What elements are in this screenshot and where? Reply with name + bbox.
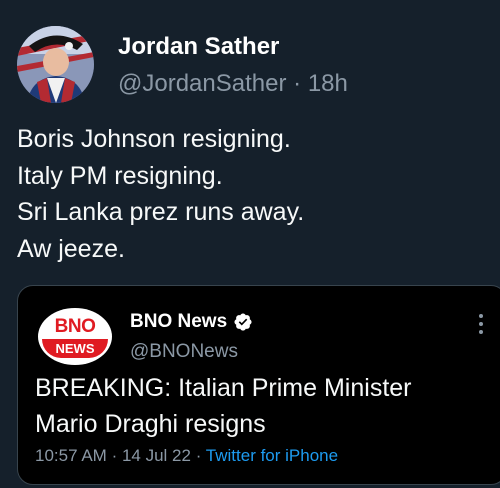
quoted-tweet-text: BREAKING: Italian Prime Minister Mario D… xyxy=(35,370,412,442)
quoted-text-line: BREAKING: Italian Prime Minister xyxy=(35,374,412,402)
avatar-photo xyxy=(17,26,94,103)
verified-badge-icon xyxy=(233,312,253,332)
footer-separator: · xyxy=(111,446,118,465)
author-meta: @JordanSather · 18h xyxy=(118,70,348,98)
tweet-text-line: Italy PM resigning. xyxy=(17,161,223,190)
quoted-author: BNO News xyxy=(130,311,253,333)
tweet-text-line: Sri Lanka prez runs away. xyxy=(17,198,305,226)
meta-separator: · xyxy=(293,70,302,97)
tweet-source-link[interactable]: Twitter for iPhone xyxy=(206,446,338,465)
quoted-timestamp[interactable]: 10:57 AM xyxy=(35,446,107,465)
quoted-tweet-card[interactable]: BNO NEWS BNO News @BNONews BREAKING: Ita… xyxy=(17,285,500,485)
tweet: Jordan Sather @JordanSather · 18h Boris … xyxy=(0,0,500,488)
author-name[interactable]: Jordan Sather xyxy=(118,33,279,61)
more-options-icon[interactable] xyxy=(476,312,486,336)
quoted-author-name[interactable]: BNO News xyxy=(130,311,227,333)
logo-text-top: BNO xyxy=(54,316,96,337)
avatar[interactable] xyxy=(17,26,94,103)
quoted-tweet-footer: 10:57 AM · 14 Jul 22 · Twitter for iPhon… xyxy=(35,446,338,466)
quoted-date[interactable]: 14 Jul 22 xyxy=(122,446,191,465)
logo-text-bottom: NEWS xyxy=(42,339,108,358)
bno-news-logo[interactable]: BNO NEWS xyxy=(38,308,112,365)
tweet-time[interactable]: 18h xyxy=(308,70,348,97)
tweet-text: Boris Johnson resigning. Italy PM resign… xyxy=(17,121,304,267)
quoted-author-handle[interactable]: @BNONews xyxy=(130,341,238,363)
quoted-text-line: Mario Draghi resigns xyxy=(35,410,266,438)
tweet-text-line: Aw jeeze. xyxy=(17,234,125,263)
author-handle[interactable]: @JordanSather xyxy=(118,70,286,97)
footer-separator: · xyxy=(195,446,202,465)
tweet-text-line: Boris Johnson resigning. xyxy=(17,125,291,153)
